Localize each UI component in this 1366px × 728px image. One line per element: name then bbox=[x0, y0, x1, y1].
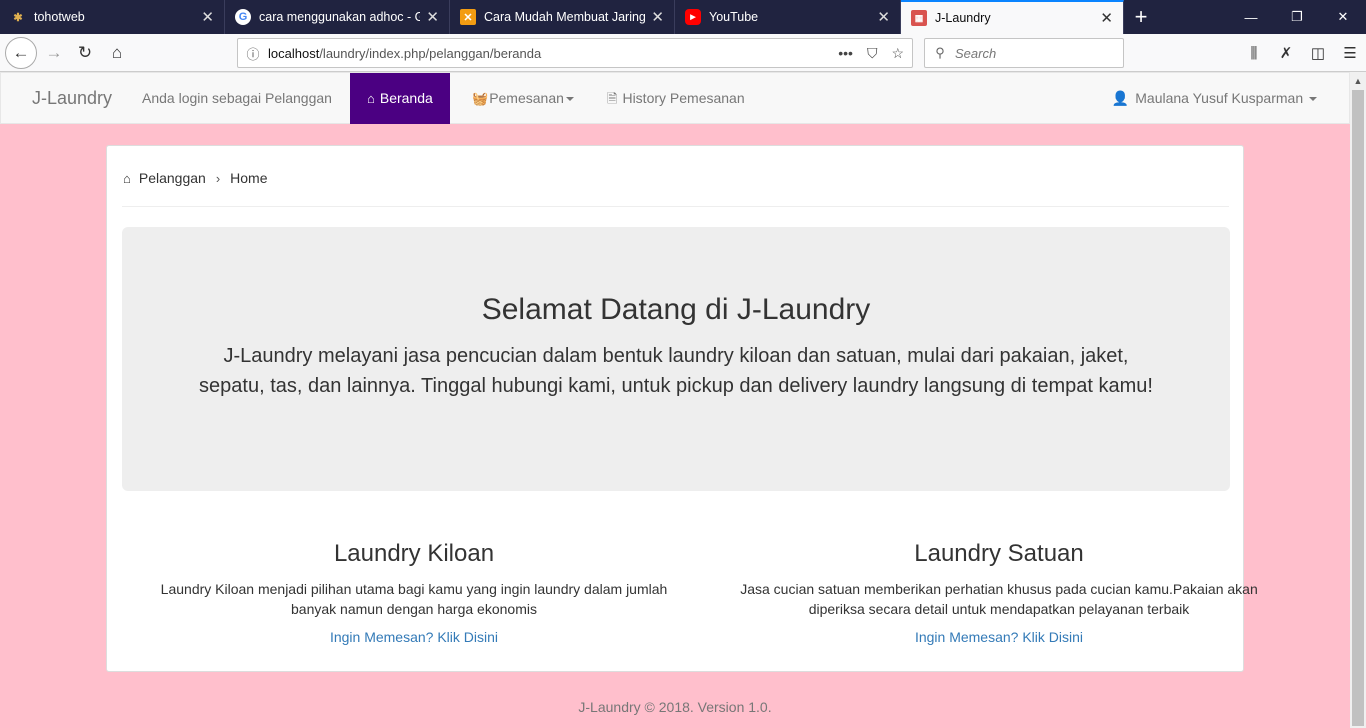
nav-item-pemesanan[interactable]: 🧺Pemesanan bbox=[455, 73, 591, 124]
library-icon[interactable]: ⫼ bbox=[1238, 45, 1270, 62]
tab-title: tohotweb bbox=[34, 10, 85, 24]
nav-item-history[interactable]: 🗎 History Pemesanan bbox=[590, 73, 762, 124]
back-arrow-icon[interactable]: ← bbox=[5, 37, 37, 69]
close-icon[interactable]: ✕ bbox=[651, 8, 664, 26]
url-path: /laundry/index.php/pelanggan/beranda bbox=[319, 45, 542, 61]
window-close-icon[interactable]: ✕ bbox=[1320, 0, 1366, 34]
close-icon[interactable]: ✕ bbox=[426, 8, 439, 26]
chevron-down-icon bbox=[1309, 97, 1317, 102]
service-description: Laundry Kiloan menjadi pilihan utama bag… bbox=[160, 581, 668, 617]
close-icon[interactable]: ✕ bbox=[201, 8, 214, 26]
browser-tab[interactable]: G cara menggunakan adhoc - Go ✕ bbox=[225, 0, 450, 34]
content-panel: ⌂ Pelanggan › Home Selamat Datang di J-L… bbox=[106, 145, 1258, 672]
breadcrumb: ⌂ Pelanggan › Home bbox=[123, 170, 268, 186]
browser-tab-strip: ✱ tohotweb ✕ G cara menggunakan adhoc - … bbox=[0, 0, 1366, 34]
nav-label: History Pemesanan bbox=[622, 90, 745, 106]
info-icon[interactable]: ⓘ bbox=[238, 44, 268, 63]
scrollbar-thumb[interactable] bbox=[1352, 90, 1364, 726]
youtube-icon: ▶ bbox=[685, 9, 701, 25]
divider bbox=[122, 206, 1229, 207]
search-placeholder: Search bbox=[955, 45, 997, 61]
home-icon[interactable]: ⌂ bbox=[101, 37, 133, 69]
browser-tab[interactable]: ✱ tohotweb ✕ bbox=[0, 0, 225, 34]
close-icon[interactable]: ✕ bbox=[877, 8, 890, 26]
forward-arrow-icon[interactable]: → bbox=[38, 37, 70, 69]
order-link[interactable]: Ingin Memesan? Klik Disini bbox=[154, 629, 674, 645]
service-kiloan: Laundry Kiloan Laundry Kiloan menjadi pi… bbox=[154, 540, 674, 645]
url-host: localhost bbox=[268, 45, 320, 61]
brand-logo[interactable]: J-Laundry bbox=[32, 73, 112, 123]
nav-label: Pemesanan bbox=[489, 90, 564, 106]
tab-title: J-Laundry bbox=[935, 11, 991, 25]
tohotweb-icon: ✱ bbox=[13, 11, 23, 24]
tab-title: YouTube bbox=[709, 10, 759, 24]
new-tab-plus-icon[interactable]: + bbox=[1124, 0, 1158, 34]
nav-label: Beranda bbox=[379, 90, 433, 106]
reload-icon[interactable]: ↻ bbox=[69, 37, 101, 69]
welcome-text: J-Laundry melayani jasa pencucian dalam … bbox=[199, 345, 1153, 397]
user-icon: 👤 bbox=[1111, 90, 1130, 106]
minimize-icon[interactable]: — bbox=[1228, 0, 1274, 34]
service-satuan: Laundry Satuan Jasa cucian satuan member… bbox=[733, 540, 1265, 645]
breadcrumb-item[interactable]: Pelanggan bbox=[139, 170, 206, 186]
x-extension-icon[interactable]: ✗ bbox=[1270, 44, 1302, 62]
service-description: Jasa cucian satuan memberikan perhatian … bbox=[740, 581, 1258, 617]
welcome-title: Selamat Datang di J-Laundry bbox=[481, 293, 871, 326]
user-menu[interactable]: 👤 Maulana Yusuf Kusparman bbox=[1112, 73, 1317, 123]
page-actions-icon[interactable]: ••• bbox=[838, 45, 853, 62]
google-icon: G bbox=[235, 9, 251, 25]
close-icon[interactable]: ✕ bbox=[1100, 9, 1113, 27]
login-status-text: Anda login sebagai Pelanggan bbox=[142, 90, 332, 106]
basket-icon: 🧺 bbox=[472, 91, 489, 106]
nav-item-beranda[interactable]: ⌂ Beranda bbox=[350, 73, 450, 124]
search-icon: ⚲ bbox=[935, 45, 945, 60]
window-controls: — ❐ ✕ bbox=[1228, 0, 1366, 34]
tab-title: Cara Mudah Membuat Jaringa bbox=[484, 10, 646, 24]
bookmark-star-icon[interactable]: ☆ bbox=[891, 45, 904, 62]
user-name: Maulana Yusuf Kusparman bbox=[1135, 90, 1304, 106]
page-content: J-Laundry Anda login sebagai Pelanggan ⌂… bbox=[0, 72, 1350, 728]
restore-icon[interactable]: ❐ bbox=[1274, 0, 1320, 34]
chevron-down-icon bbox=[565, 97, 574, 102]
service-title: Laundry Satuan bbox=[914, 540, 1084, 567]
pocket-icon[interactable]: ⛉ bbox=[867, 45, 878, 62]
chevron-right-icon: › bbox=[215, 170, 221, 186]
breadcrumb-item-current: Home bbox=[230, 170, 268, 186]
browser-tab-active[interactable]: ▦ J-Laundry ✕ bbox=[901, 0, 1124, 34]
menu-icon[interactable]: ☰ bbox=[1334, 44, 1366, 62]
search-input[interactable]: ⚲ Search bbox=[924, 38, 1124, 68]
sidebar-icon[interactable]: ◫ bbox=[1302, 44, 1334, 62]
order-link[interactable]: Ingin Memesan? Klik Disini bbox=[733, 629, 1265, 645]
welcome-jumbotron: Selamat Datang di J-Laundry J-Laundry me… bbox=[122, 227, 1230, 491]
scrollbar[interactable]: ▲ bbox=[1350, 72, 1366, 728]
home-icon: ⌂ bbox=[123, 170, 131, 186]
address-bar[interactable]: ⓘ localhost/laundry/index.php/pelanggan/… bbox=[237, 38, 913, 68]
url-text[interactable]: localhost/laundry/index.php/pelanggan/be… bbox=[268, 46, 838, 61]
x-logo-icon: ✕ bbox=[460, 9, 476, 25]
footer-text: J-Laundry © 2018. Version 1.0. bbox=[578, 699, 772, 715]
jlaundry-icon: ▦ bbox=[911, 10, 927, 26]
document-icon: 🗎 bbox=[607, 91, 618, 106]
app-navbar: J-Laundry Anda login sebagai Pelanggan ⌂… bbox=[0, 72, 1350, 124]
service-title: Laundry Kiloan bbox=[333, 540, 495, 567]
browser-toolbar: ← → ↻ ⌂ ⓘ localhost/laundry/index.php/pe… bbox=[0, 34, 1366, 72]
tab-title: cara menggunakan adhoc - Go bbox=[259, 10, 421, 24]
browser-tab[interactable]: ✕ Cara Mudah Membuat Jaringa ✕ bbox=[450, 0, 675, 34]
scroll-up-arrow-icon[interactable]: ▲ bbox=[1350, 72, 1366, 90]
browser-tab[interactable]: ▶ YouTube ✕ bbox=[675, 0, 901, 34]
home-icon: ⌂ bbox=[367, 91, 375, 106]
